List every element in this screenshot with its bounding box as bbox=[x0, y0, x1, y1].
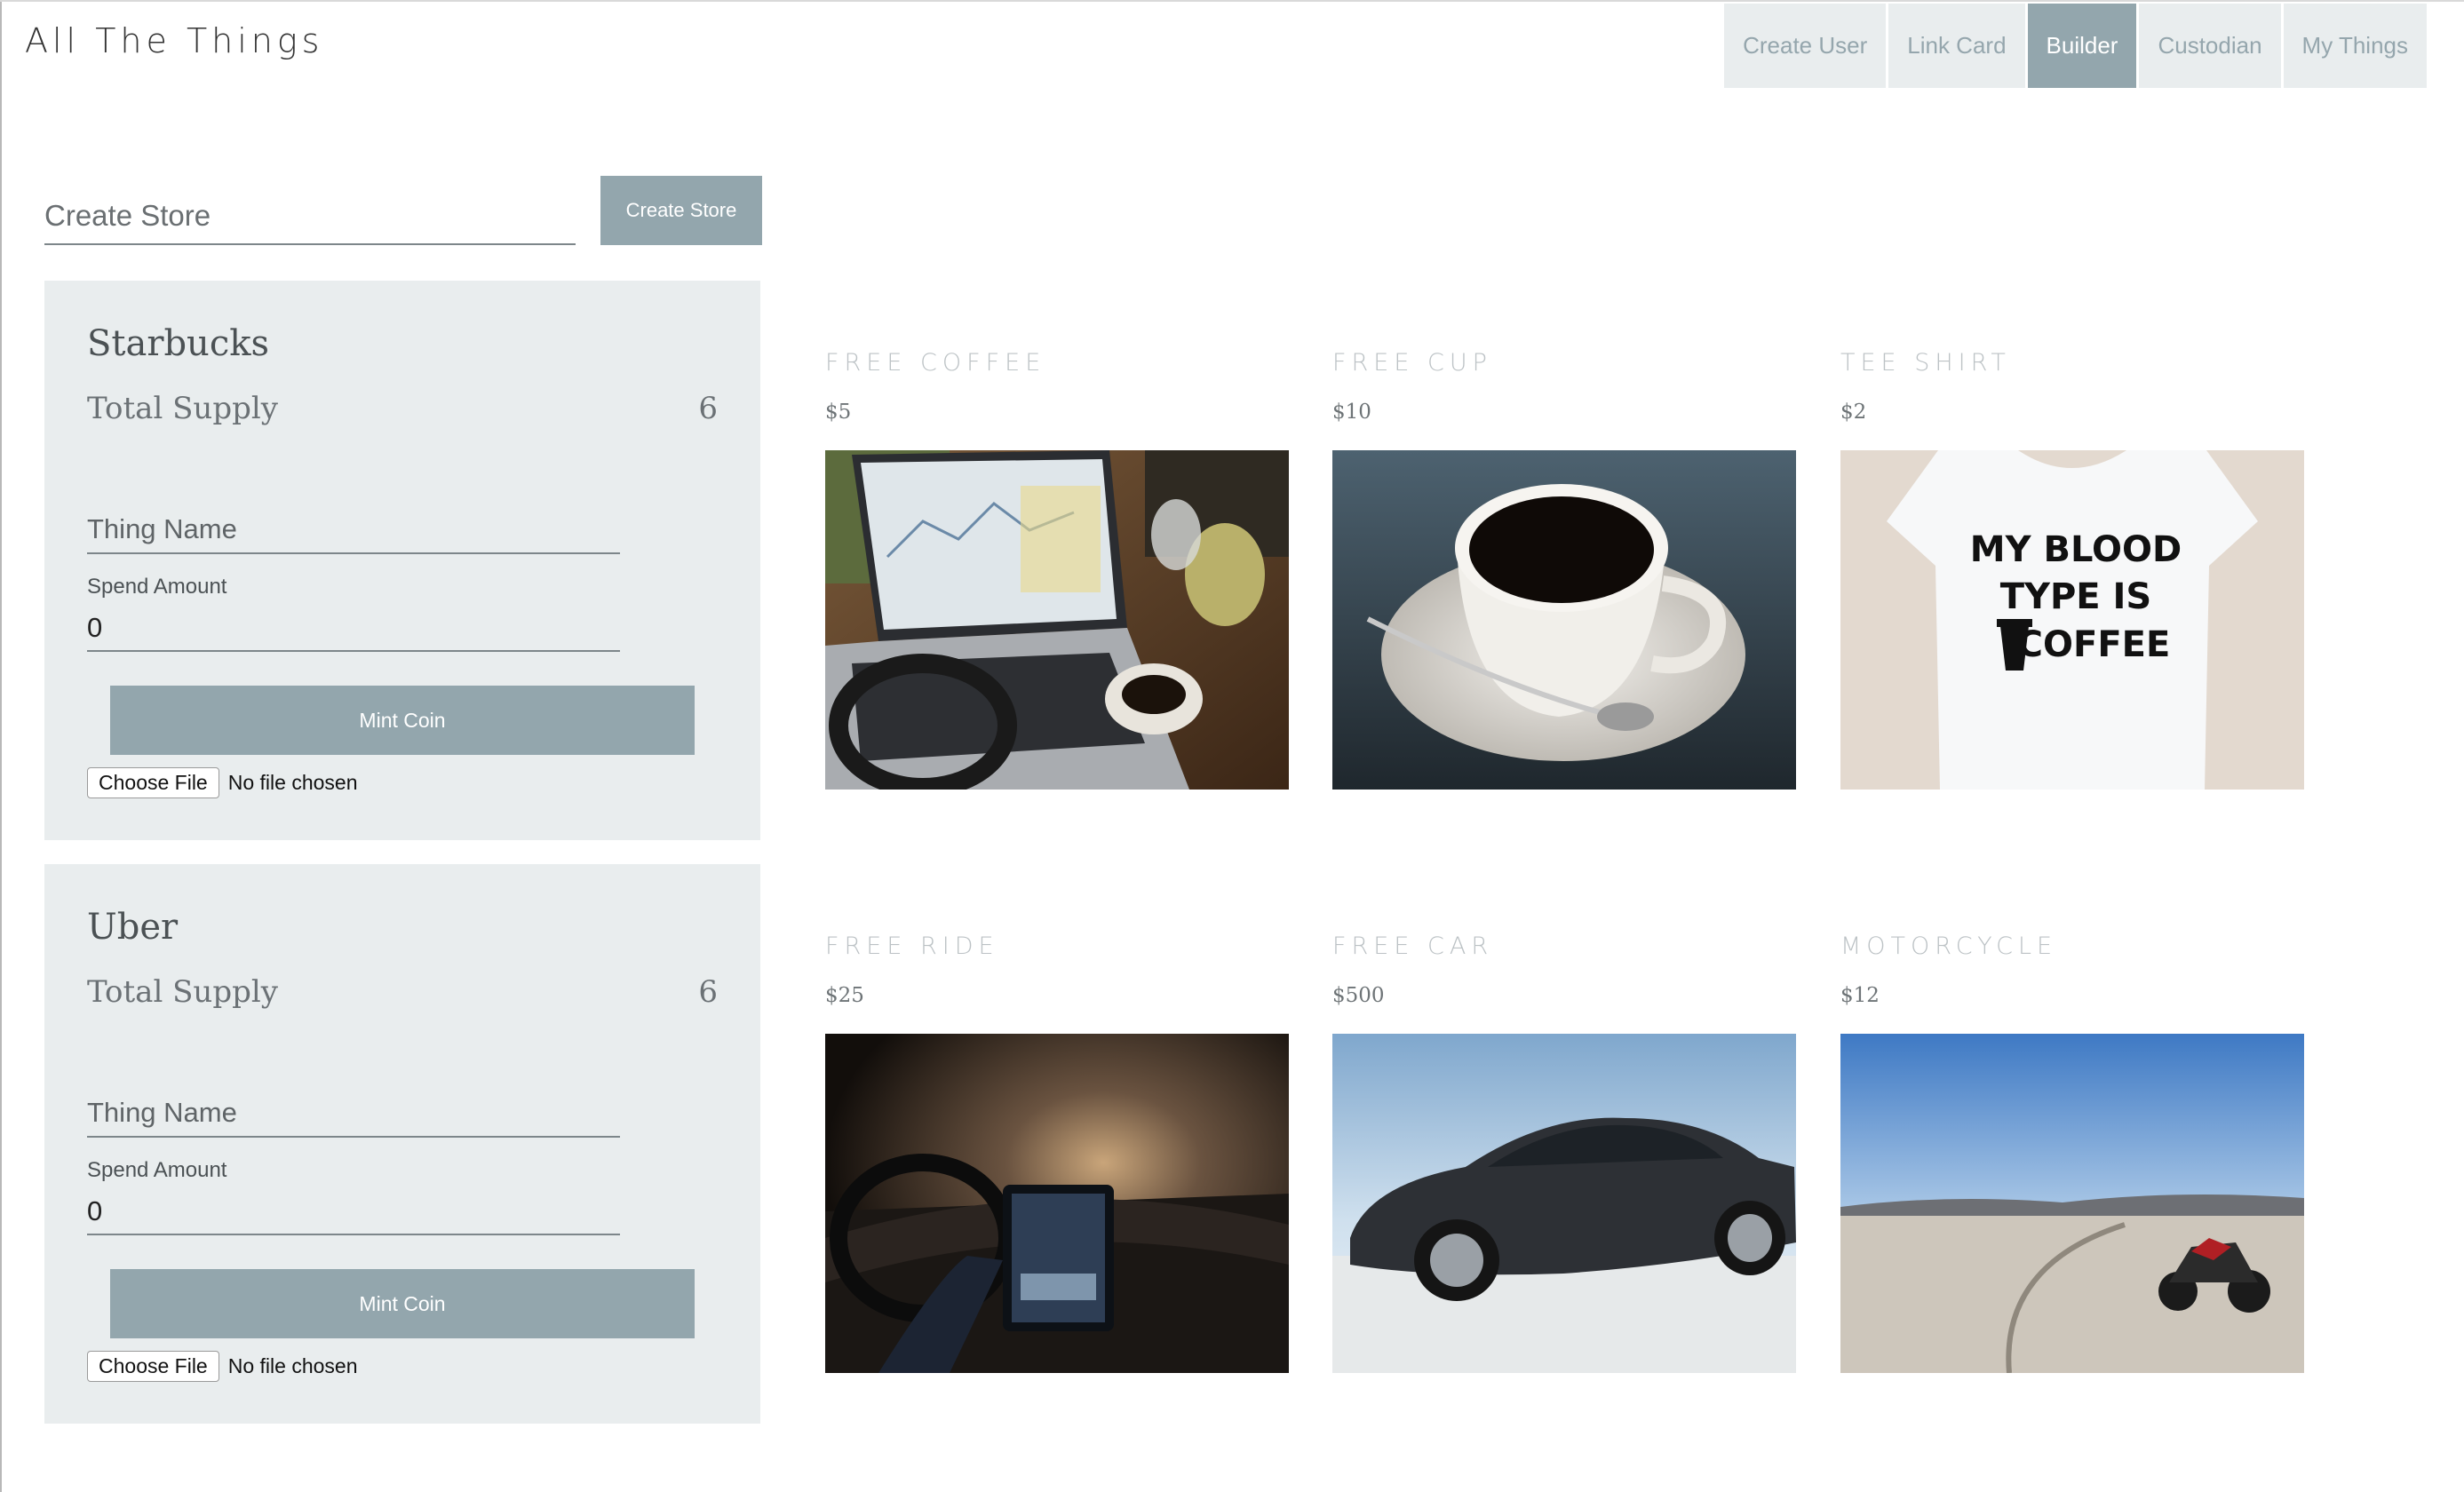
shirt-print-line-1: MY BLOOD bbox=[1970, 529, 2182, 570]
spend-amount-label: Spend Amount bbox=[87, 575, 227, 599]
spend-amount-label: Spend Amount bbox=[87, 1158, 227, 1182]
file-picker: Choose File No file chosen bbox=[87, 767, 357, 798]
product-name: MOTORCYCLE bbox=[1840, 932, 2058, 960]
thing-name-input[interactable] bbox=[87, 1090, 620, 1138]
product-price: $5 bbox=[825, 401, 852, 424]
product-name: TEE SHIRT bbox=[1840, 349, 2011, 377]
window-left-edge bbox=[0, 2, 2, 1492]
spend-amount-input[interactable] bbox=[87, 606, 620, 652]
thing-name-input[interactable] bbox=[87, 506, 620, 554]
app-title: All The Things bbox=[25, 21, 324, 60]
create-store-button[interactable]: Create Store bbox=[600, 176, 762, 245]
shirt-print-line-2: TYPE IS bbox=[2000, 576, 2152, 617]
product-name: FREE CUP bbox=[1332, 349, 1492, 377]
tab-create-user[interactable]: Create User bbox=[1724, 4, 1887, 88]
total-supply-label: Total Supply bbox=[87, 391, 278, 426]
store-card-starbucks: Starbucks Total Supply 6 Spend Amount Mi… bbox=[44, 281, 760, 840]
total-supply-value: 6 bbox=[698, 974, 718, 1010]
mint-coin-button[interactable]: Mint Coin bbox=[110, 686, 695, 755]
choose-file-button[interactable]: Choose File bbox=[87, 1351, 219, 1382]
tesla-car-photo bbox=[1332, 1034, 1796, 1373]
motorcycle-desert-photo bbox=[1840, 1034, 2304, 1373]
coffee-cup-photo bbox=[1332, 450, 1796, 790]
product-name: FREE COFFEE bbox=[825, 349, 1046, 377]
top-nav: Create User Link Card Builder Custodian … bbox=[1721, 4, 2427, 88]
product-name: FREE RIDE bbox=[825, 932, 999, 960]
mint-coin-button[interactable]: Mint Coin bbox=[110, 1269, 695, 1338]
tab-custodian[interactable]: Custodian bbox=[2139, 4, 2281, 88]
product-price: $500 bbox=[1332, 984, 1385, 1007]
store-name: Starbucks bbox=[87, 323, 269, 364]
product-price: $12 bbox=[1840, 984, 1880, 1007]
product-price: $2 bbox=[1840, 401, 1867, 424]
choose-file-button[interactable]: Choose File bbox=[87, 767, 219, 798]
tab-link-card[interactable]: Link Card bbox=[1888, 4, 2025, 88]
file-status: No file chosen bbox=[227, 771, 358, 794]
tab-my-things[interactable]: My Things bbox=[2283, 4, 2427, 88]
file-status: No file chosen bbox=[227, 1354, 358, 1377]
total-supply-label: Total Supply bbox=[87, 974, 278, 1010]
car-interior-photo bbox=[825, 1034, 1289, 1373]
store-card-uber: Uber Total Supply 6 Spend Amount Mint Co… bbox=[44, 864, 760, 1424]
store-name: Uber bbox=[87, 907, 179, 948]
total-supply-value: 6 bbox=[698, 391, 718, 426]
product-name: FREE CAR bbox=[1332, 932, 1494, 960]
laptop-coffee-photo bbox=[825, 450, 1289, 790]
product-price: $25 bbox=[825, 984, 864, 1007]
file-picker: Choose File No file chosen bbox=[87, 1351, 357, 1382]
shirt-print-line-3: COFFEE bbox=[2017, 624, 2171, 665]
product-price: $10 bbox=[1332, 401, 1371, 424]
create-store-input[interactable] bbox=[44, 188, 576, 245]
tee-shirt-photo: MY BLOOD TYPE IS COFFEE bbox=[1840, 450, 2304, 790]
spend-amount-input[interactable] bbox=[87, 1189, 620, 1235]
tab-builder[interactable]: Builder bbox=[2027, 4, 2137, 88]
